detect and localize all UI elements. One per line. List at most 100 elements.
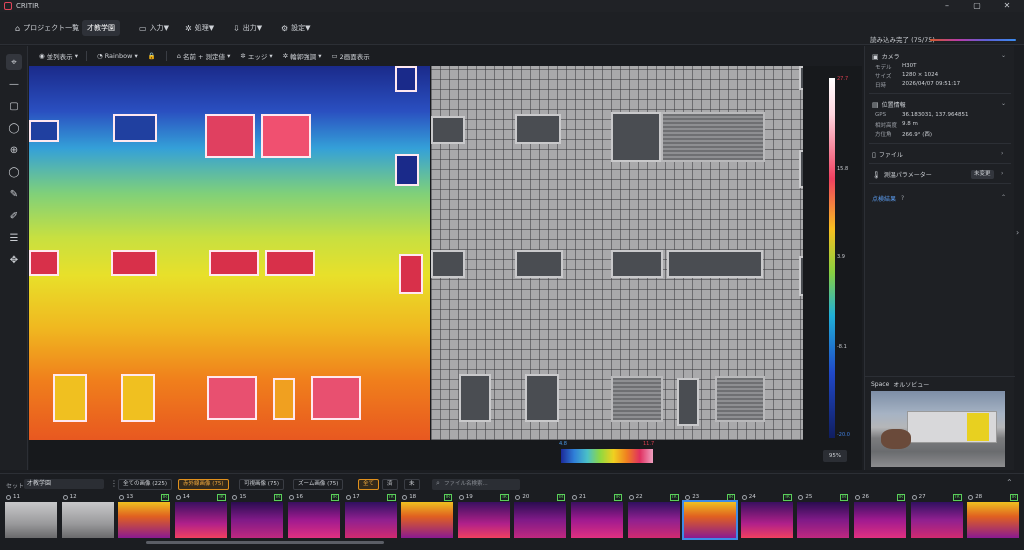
select-checkbox-icon[interactable] [62, 494, 68, 500]
move-tool-icon[interactable]: ✥ [6, 252, 22, 268]
menu-settings-label: 設定 [291, 24, 306, 32]
properties-panel: ▣ カメラ ⌄ モデル H30T サイズ 1280 × 1024 日時 2026… [864, 46, 1015, 470]
filter-status-pending[interactable]: 未 [404, 479, 420, 490]
filter-ir-images[interactable]: 赤外線画像 (75) [178, 479, 229, 490]
menu-settings[interactable]: ⚙ 設定 ▼ [276, 20, 316, 36]
select-checkbox-icon[interactable] [6, 494, 11, 500]
image-viewer[interactable]: 27.7 15.8 3.9 -8.1 -20.0 4.8 11.7 95% [29, 66, 862, 470]
chevron-down-icon[interactable]: ⌄ [1001, 52, 1006, 59]
menu-current-project[interactable]: 才教学園 [82, 20, 120, 36]
filter-all-images[interactable]: 全ての画像 (225) [118, 479, 173, 490]
file-icon: ▯ [872, 150, 876, 159]
select-checkbox-icon[interactable] [119, 494, 125, 500]
select-checkbox-icon[interactable] [458, 494, 464, 500]
visible-image[interactable] [431, 66, 803, 440]
edge-dropdown[interactable]: ✲ エッジ ▾ [240, 51, 272, 61]
thumbnail-item[interactable]: 16 IR [287, 494, 341, 540]
filmstrip-scrollbar[interactable] [146, 541, 384, 544]
select-checkbox-icon[interactable] [798, 494, 804, 500]
edit-tool-icon[interactable]: ✐ [6, 208, 22, 224]
close-button[interactable]: ✕ [996, 0, 1018, 12]
menu-input[interactable]: ▭ 入力 ▼ [134, 20, 174, 36]
select-checkbox-icon[interactable] [515, 494, 521, 500]
file-search-input[interactable]: ファイル名検索... [432, 479, 520, 490]
thermal-image[interactable] [29, 66, 430, 440]
thumbnail-item[interactable]: 27 IR [910, 494, 964, 540]
select-checkbox-icon[interactable] [402, 494, 408, 500]
thumbnail-item[interactable]: 12 [61, 494, 115, 540]
set-select[interactable]: 才教学園 [24, 479, 104, 489]
thumbnail-item[interactable]: 28 IR [966, 494, 1020, 540]
filter-status-done[interactable]: 済 [382, 479, 398, 490]
thumbnail-item[interactable]: 25 IR [796, 494, 850, 540]
zoom-level[interactable]: 95% [823, 450, 847, 462]
chevron-right-icon[interactable]: › [1001, 150, 1003, 157]
thumbnail-item[interactable]: 14 IR [174, 494, 228, 540]
thumbnail-item[interactable]: 26 IR [853, 494, 907, 540]
select-checkbox-icon[interactable] [911, 494, 917, 500]
range-histogram-slider[interactable] [561, 449, 653, 463]
ortho-view-image[interactable] [871, 391, 1005, 467]
maximize-button[interactable]: ▢ [966, 0, 988, 12]
select-tool-icon[interactable]: ⌖ [6, 54, 22, 70]
select-checkbox-icon[interactable] [741, 494, 747, 500]
more-icon[interactable]: ⋮ [110, 479, 118, 488]
dual-view-button[interactable]: ▭ 2画面表示 [332, 51, 370, 61]
thumbnail-item[interactable]: 11 [4, 494, 58, 540]
location-section-header[interactable]: ▤ 位置情報 [872, 100, 906, 110]
label-mode-dropdown[interactable]: ⌂ 名前 + 測定値 ▾ [177, 51, 231, 61]
select-checkbox-icon[interactable] [175, 494, 181, 500]
filter-status-all[interactable]: 全て [358, 479, 380, 490]
filter-visible-images[interactable]: 可視画像 (75) [239, 479, 285, 490]
thumbnail-item[interactable]: 24 IR [740, 494, 794, 540]
chevron-right-icon[interactable]: › [1001, 170, 1003, 177]
thumbnail-item[interactable]: 23 IR [682, 494, 739, 540]
file-section-header[interactable]: ▯ ファイル [872, 150, 903, 160]
space-mode[interactable]: オルソビュー [893, 380, 929, 389]
help-icon[interactable]: ? [901, 195, 904, 202]
select-checkbox-icon[interactable] [855, 494, 860, 500]
chevron-down-icon[interactable]: ⌄ [1001, 100, 1006, 107]
ellipse-tool-icon[interactable]: ◯ [6, 120, 22, 136]
pen-tool-icon[interactable]: ✎ [6, 186, 22, 202]
select-checkbox-icon[interactable] [628, 494, 634, 500]
thumbnail-item[interactable]: 22 IR [627, 494, 681, 540]
params-section-header[interactable]: 🌡 測温パラメーター [872, 170, 932, 180]
chevron-up-icon[interactable]: ⌃ [1001, 194, 1006, 201]
thumbnail-item[interactable]: 19 IR [457, 494, 511, 540]
menu-process[interactable]: ✲ 処理 ▼ [180, 20, 219, 36]
menu-output[interactable]: ⇩ 出力 ▼ [228, 20, 267, 36]
camera-size-row: サイズ 1280 × 1024 [875, 72, 938, 80]
circle-tool-icon[interactable]: ◯ [6, 164, 22, 180]
line-tool-icon[interactable]: — [6, 76, 22, 92]
select-checkbox-icon[interactable] [232, 494, 238, 500]
lock-icon: 🔒 [147, 52, 156, 60]
rect-tool-icon[interactable]: ▢ [6, 98, 22, 114]
visible-window [515, 114, 561, 144]
thumbnail-item[interactable]: 15 IR [230, 494, 284, 540]
thumbnail-item[interactable]: 20 IR [513, 494, 567, 540]
select-checkbox-icon[interactable] [968, 494, 974, 500]
point-tool-icon[interactable]: ⊕ [6, 142, 22, 158]
collapse-filmstrip-icon[interactable]: ⌃ [1006, 478, 1013, 487]
select-checkbox-icon[interactable] [685, 494, 691, 500]
thumbnail-item[interactable]: 18 IR [400, 494, 454, 540]
camera-section-header[interactable]: ▣ カメラ [872, 52, 900, 62]
thumbnail-item[interactable]: 21 IR [570, 494, 624, 540]
palette-dropdown[interactable]: ◔ Rainbow ▾ [97, 52, 138, 60]
contour-dropdown[interactable]: ✲ 輪郭強調 ▾ [283, 51, 322, 61]
thumbnail-item[interactable]: 17 IR [344, 494, 398, 540]
select-checkbox-icon[interactable] [572, 494, 577, 500]
menu-project-list[interactable]: ⌂ プロジェクト一覧 [10, 20, 84, 36]
ir-tag: IR [387, 494, 396, 501]
select-checkbox-icon[interactable] [289, 494, 294, 500]
select-checkbox-icon[interactable] [345, 494, 351, 500]
adjust-tool-icon[interactable]: ☰ [6, 230, 22, 246]
lock-button[interactable]: 🔒 [148, 52, 158, 60]
panel-collapse-icon[interactable]: › [1016, 228, 1019, 237]
minimize-button[interactable]: – [936, 0, 958, 12]
thumbnail-item[interactable]: 13 IR [117, 494, 171, 540]
filter-zoom-images[interactable]: ズーム画像 (75) [293, 479, 344, 490]
inspection-section-header[interactable]: 点検結果 ? [872, 194, 904, 203]
display-mode-dropdown[interactable]: ◉ 並列表示 ▾ [39, 51, 78, 61]
